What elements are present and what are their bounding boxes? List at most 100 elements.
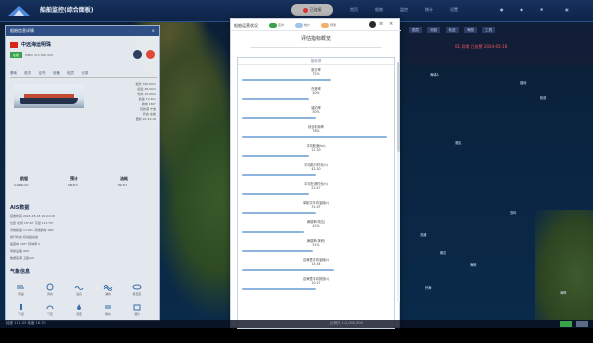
follow-button[interactable] xyxy=(146,50,155,59)
metric-value: 10.27 xyxy=(311,281,321,285)
status-bar: 经度 111.05 纬度 18.70 比例尺 1:2,000,000 xyxy=(0,320,593,328)
metric-row: 平均在港时长(h) 22.47 xyxy=(238,179,394,198)
toolbar-track-button[interactable]: 轨迹 xyxy=(445,27,459,33)
locate-button[interactable] xyxy=(133,50,142,59)
bell-icon[interactable]: ◆ xyxy=(520,7,523,12)
tab-equip[interactable]: 设备 xyxy=(53,71,60,76)
weather-item[interactable]: 浪高 xyxy=(68,283,90,301)
toggle-switch-icon xyxy=(295,22,303,28)
weather-label: 风向 xyxy=(47,292,53,296)
toolbar-layers-button[interactable]: 图层 xyxy=(409,27,422,33)
alert-text[interactable]: 01 异常 已告警 2024-05-18 xyxy=(455,44,507,50)
menu-item[interactable]: 设置 xyxy=(450,7,458,13)
menu-item[interactable]: 船舶 xyxy=(375,7,383,13)
detail-row: 更新 10:24:18 xyxy=(135,117,156,121)
weather-item[interactable]: 气温 xyxy=(10,303,32,321)
toggle-realtime[interactable]: 实时 xyxy=(269,22,284,28)
metric-row: 平均航行时长(h) 42.30 xyxy=(238,160,394,179)
wind-icon xyxy=(17,285,24,289)
toolbar-chart-button[interactable]: 海图 xyxy=(463,27,477,33)
tab-cert[interactable]: 证书 xyxy=(39,71,46,76)
vessel-photo xyxy=(14,84,84,108)
toggle-statistics[interactable]: 统计 xyxy=(295,22,310,28)
tab-voyage[interactable]: 航次 xyxy=(24,71,31,76)
metric-progress-bar xyxy=(242,250,313,252)
metric-row: 百海里平均油耗(t) 15.34 xyxy=(238,255,394,274)
ais-section-title: AIS数据 xyxy=(10,205,30,211)
tab-basic[interactable]: 基础 xyxy=(10,71,17,76)
weather-section-title: 气象信息 xyxy=(10,269,31,275)
status-dot-icon xyxy=(302,7,308,13)
weather-item[interactable]: 涌向 xyxy=(97,283,119,301)
stat-label: 预计 xyxy=(70,176,78,181)
metric-progress-bar xyxy=(242,269,334,271)
metric-progress-bar xyxy=(242,98,309,100)
toggle-forecast[interactable]: 预测 xyxy=(321,22,336,28)
metric-progress-bar xyxy=(242,193,309,195)
close-icon[interactable]: × xyxy=(389,21,396,28)
metric-value: 15.34 xyxy=(311,262,321,266)
tab-crew[interactable]: 船员 xyxy=(67,71,74,76)
menu-item[interactable]: 统计 xyxy=(425,7,433,13)
stat-value: 1,240 nm xyxy=(14,183,29,187)
metric-row: 航行率 72% xyxy=(238,65,394,84)
metric-label: 百海里平均油耗(t) xyxy=(302,258,330,262)
map-mode-button[interactable] xyxy=(560,321,572,327)
weather-label: 风速 xyxy=(18,292,24,296)
weather-label: 降水 xyxy=(105,312,111,316)
metric-progress-bar xyxy=(242,155,309,157)
gauge-icon xyxy=(46,305,54,310)
weather-item[interactable]: 降水 xyxy=(97,303,119,321)
map-layer-button[interactable] xyxy=(576,321,588,327)
stat-label: 航程 xyxy=(20,176,28,181)
user-icon[interactable]: ● xyxy=(500,7,504,12)
metric-row: 百海里平均排放(t) 10.27 xyxy=(238,274,394,293)
toggle-switch-icon xyxy=(269,22,277,28)
modal-scrollbar[interactable] xyxy=(397,62,400,302)
compass-icon xyxy=(46,283,54,291)
menu-item[interactable]: 监控 xyxy=(400,7,408,13)
metric-progress-bar xyxy=(242,212,316,214)
record-icon[interactable] xyxy=(369,21,376,28)
droplet-icon xyxy=(77,304,81,310)
weather-item[interactable]: 气压 xyxy=(39,303,61,321)
weather-item[interactable]: 风向 xyxy=(39,283,61,301)
scrollbar-thumb[interactable] xyxy=(397,62,400,152)
tab-record[interactable]: 记录 xyxy=(81,71,88,76)
fullscreen-icon[interactable]: ▣ xyxy=(565,7,569,12)
settings-icon[interactable]: ✱ xyxy=(540,7,543,12)
weather-item[interactable]: 风速 xyxy=(10,283,32,301)
metric-value: 50% xyxy=(312,110,320,114)
menu-item[interactable]: 首页 xyxy=(350,7,358,13)
weather-item[interactable]: 能见度 xyxy=(126,283,148,301)
map-label: 海峡 xyxy=(470,263,477,267)
metric-progress-bar xyxy=(242,79,331,81)
weather-label: 能见度 xyxy=(132,292,142,296)
metric-row: 满载率(吨位) 41% xyxy=(238,217,394,236)
metric-value: 22.47 xyxy=(311,186,321,190)
close-icon[interactable]: × xyxy=(152,26,155,36)
metrics-list[interactable]: 指标项 航行率 72% 在港率 40% 锚泊率 50% 综合利用率 78% 平均航速(kn) 12… xyxy=(237,57,395,329)
app-logo-icon xyxy=(8,6,30,16)
metric-label: 满载率(吨位) xyxy=(306,220,326,224)
map-label: 礁石 xyxy=(440,251,447,255)
toolbar-tools-button[interactable]: 工具 xyxy=(482,27,496,33)
metrics-container: 航行率 72% 在港率 40% 锚泊率 50% 综合利用率 78% 平均航速(kn) 12.30 平… xyxy=(238,65,394,293)
ais-line: 对地航速 13.2kn 对地航向 186° xyxy=(10,228,55,232)
ais-line: 船首向 185° 转向率 0 xyxy=(10,242,40,246)
swell-icon xyxy=(103,285,113,291)
connection-status-pill[interactable]: 已连接 xyxy=(291,4,333,16)
weather-item[interactable]: 潮汐 xyxy=(126,303,148,321)
toggle-label: 实时 xyxy=(278,23,285,27)
metric-label: 平均航行时长(h) xyxy=(304,163,328,167)
menu-icon[interactable]: ≡ xyxy=(379,21,386,28)
weather-label: 浪高 xyxy=(76,292,82,296)
weather-item[interactable]: 湿度 xyxy=(68,303,90,321)
metric-row: 满载率(体积) 51% xyxy=(238,236,394,255)
toolbar-measure-button[interactable]: 测距 xyxy=(427,27,441,33)
ais-line: 航行状态 机动船在航 xyxy=(10,235,38,239)
thermometer-icon xyxy=(20,304,22,310)
metric-row: 平均航速(kn) 12.30 xyxy=(238,141,394,160)
map-label: 海域A xyxy=(430,73,439,77)
metric-label: 在港率 xyxy=(311,87,321,91)
